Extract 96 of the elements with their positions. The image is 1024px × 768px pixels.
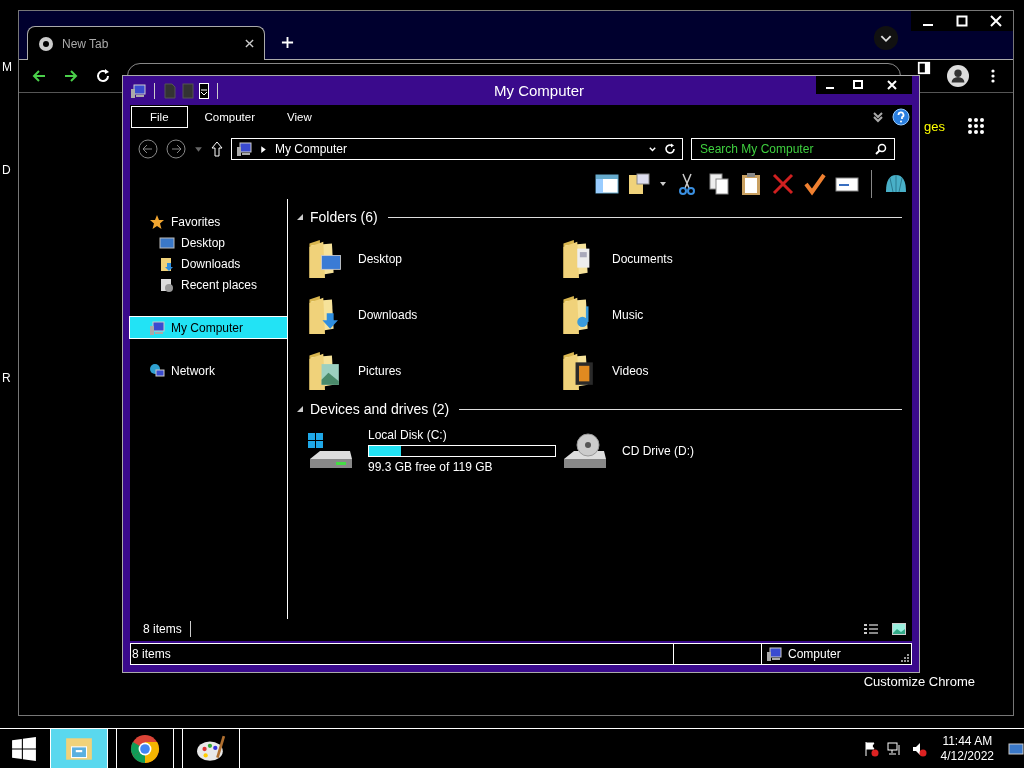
- taskbar-app[interactable]: [182, 729, 240, 768]
- back-icon[interactable]: [138, 139, 158, 159]
- show-desktop-icon[interactable]: [1008, 740, 1024, 757]
- folder-item[interactable]: Local Disk (C:) 99.3 GB free of 119 GB: [306, 423, 560, 479]
- start-icon[interactable]: [11, 735, 37, 762]
- expand-ribbon-icon[interactable]: [872, 111, 884, 123]
- help-icon[interactable]: [892, 108, 910, 126]
- nav-item[interactable]: Recent places: [130, 274, 287, 295]
- refresh-icon[interactable]: [664, 143, 676, 155]
- chevron-down-icon[interactable]: [648, 144, 657, 154]
- folder-item[interactable]: CD Drive (D:): [560, 423, 814, 479]
- desktop-label: R: [2, 371, 11, 385]
- clipboard-icon[interactable]: [739, 172, 763, 196]
- new-tab-icon[interactable]: [281, 36, 294, 49]
- ribbon-tab[interactable]: File: [131, 106, 188, 128]
- desktop-label: D: [2, 163, 11, 177]
- group-title: Devices and drives (2): [310, 401, 450, 417]
- back-icon[interactable]: [31, 68, 47, 84]
- computer-icon: [130, 82, 146, 99]
- monitor-icon: [159, 234, 175, 251]
- desktop-label: M: [2, 60, 12, 74]
- network-icon: [149, 362, 165, 379]
- hard-drive-icon: [306, 431, 354, 471]
- computer-icon: [236, 141, 252, 157]
- search-icon[interactable]: [875, 143, 887, 155]
- checkmark-icon[interactable]: [803, 172, 827, 196]
- delete-icon[interactable]: [771, 172, 795, 196]
- star-icon: [149, 213, 165, 230]
- collapse-icon[interactable]: [296, 213, 304, 221]
- tab-title: New Tab: [62, 36, 110, 51]
- reload-icon[interactable]: [95, 68, 111, 84]
- nav-item[interactable]: Network: [130, 360, 287, 381]
- folder-label: Videos: [612, 364, 649, 378]
- side-panel-icon[interactable]: [917, 61, 931, 75]
- forward-icon[interactable]: [166, 139, 186, 159]
- forward-icon[interactable]: [63, 68, 79, 84]
- drive-label: CD Drive (D:): [622, 444, 694, 458]
- nav-label: Favorites: [171, 214, 221, 229]
- profile-icon[interactable]: [947, 65, 969, 87]
- resize-grip-icon[interactable]: [901, 654, 909, 662]
- close-icon[interactable]: [245, 39, 254, 48]
- preview-pane-icon[interactable]: [595, 172, 619, 196]
- window-title: My Computer: [493, 82, 585, 99]
- apps-grid-icon[interactable]: [967, 117, 985, 135]
- nav-label: Desktop: [181, 235, 226, 250]
- status-text: 8 items: [131, 644, 674, 664]
- folder-label: Downloads: [358, 308, 418, 322]
- images-link[interactable]: ges: [924, 118, 945, 134]
- clock-time[interactable]: 11:44 AM: [942, 733, 993, 749]
- nav-item[interactable]: Downloads: [130, 253, 287, 274]
- dropdown-icon[interactable]: [199, 82, 209, 99]
- address-field[interactable]: My Computer: [231, 138, 683, 160]
- browser-tab[interactable]: New Tab: [27, 26, 265, 60]
- nav-label: Recent places: [181, 277, 258, 292]
- folder-item[interactable]: Music: [560, 287, 814, 343]
- search-field[interactable]: Search My Computer: [691, 138, 895, 160]
- folder-item[interactable]: Desktop: [306, 231, 560, 287]
- folder-label: Documents: [612, 252, 673, 266]
- status-text: Computer: [788, 647, 841, 661]
- nav-item[interactable]: Favorites: [130, 211, 287, 232]
- item-count: 8 items: [143, 622, 182, 636]
- folder-label: Pictures: [358, 364, 402, 378]
- chevron-down-icon[interactable]: [873, 25, 899, 51]
- nav-item[interactable]: Desktop: [130, 232, 287, 253]
- folder-label: Desktop: [358, 252, 403, 266]
- chrome-icon: [38, 35, 54, 52]
- group-title: Folders (6): [310, 209, 378, 225]
- palette-icon: [196, 733, 226, 764]
- computer-icon: [149, 319, 165, 336]
- nav-label: My Computer: [171, 320, 244, 335]
- folder-label: Music: [612, 308, 644, 322]
- copy-icon[interactable]: [707, 172, 731, 196]
- clock-date[interactable]: 4/12/2022: [940, 748, 994, 764]
- nav-label: Network: [171, 363, 215, 378]
- folder-item[interactable]: Documents: [560, 231, 814, 287]
- flag-icon[interactable]: [862, 740, 879, 757]
- collapse-icon[interactable]: [296, 405, 304, 413]
- folder-item[interactable]: Videos: [560, 343, 814, 399]
- caret-icon: [259, 144, 268, 154]
- taskbar-app[interactable]: [116, 729, 174, 768]
- network-icon[interactable]: [886, 740, 903, 757]
- chrome-icon: [130, 733, 160, 764]
- nav-item[interactable]: My Computer: [130, 317, 287, 338]
- customize-chrome-button[interactable]: Customize Chrome: [863, 674, 975, 689]
- drive-detail: 99.3 GB free of 119 GB: [368, 460, 494, 474]
- computer-icon: [766, 646, 782, 662]
- recent-places-icon: [159, 276, 175, 293]
- ribbon-tab[interactable]: Computer: [189, 106, 271, 128]
- up-arrow-icon[interactable]: [211, 141, 223, 157]
- caret-icon[interactable]: [659, 180, 667, 188]
- folder-item[interactable]: Pictures: [306, 343, 560, 399]
- drive-label: Local Disk (C:): [368, 428, 448, 442]
- details-view-icon[interactable]: [864, 623, 878, 635]
- nav-label: Downloads: [181, 256, 241, 271]
- folder-item[interactable]: Downloads: [306, 287, 560, 343]
- ribbon-tab[interactable]: View: [272, 106, 327, 128]
